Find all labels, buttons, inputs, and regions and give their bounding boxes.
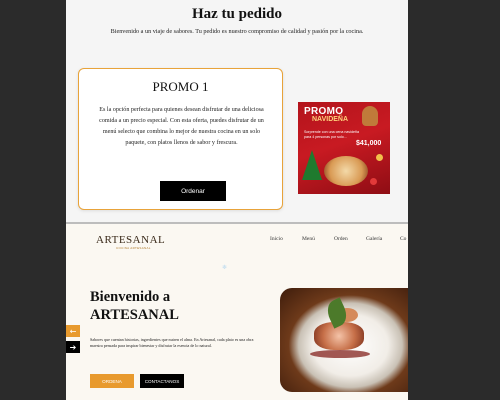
hero-description: Sabores que cuentan historias, ingredien…	[90, 337, 254, 348]
snowflake-icon: ❄	[222, 265, 228, 271]
contact-button[interactable]: CONTACTANOS	[140, 374, 184, 388]
nav-item-orden[interactable]: Orden	[334, 236, 348, 242]
order-button[interactable]: Ordenar	[160, 181, 226, 201]
hero-dish-image	[280, 288, 408, 392]
promo-image-subtitle: NAVIDEÑA	[312, 116, 349, 123]
hero-title-line2: ARTESANAL	[90, 307, 179, 323]
promo-title: PROMO 1	[152, 79, 209, 94]
promo-card: PROMO 1 Es la opción perfecta para quien…	[78, 68, 283, 210]
order-subtitle: Bienvenido a un viaje de sabores. Tu ped…	[110, 28, 364, 35]
ornament-icon	[370, 178, 377, 185]
nav-item-menu[interactable]: Menú	[302, 236, 315, 242]
page-frame: Haz tu pedido Bienvenido a un viaje de s…	[66, 0, 408, 400]
promo-image-note: Sorprende con una cena navideña para 4 p…	[304, 130, 359, 139]
order-title: Haz tu pedido	[191, 6, 282, 22]
promo-image-price: $41,000	[356, 140, 382, 147]
hero-title-line1: Bienvenido a	[90, 289, 171, 305]
gingerbread-icon	[362, 106, 378, 126]
forward-arrow-icon[interactable]: ➔	[66, 341, 80, 353]
brand-logo[interactable]: ARTESANAL	[96, 234, 165, 246]
hero-title: Bienvenido a ARTESANAL	[90, 288, 240, 324]
order-section: Haz tu pedido Bienvenido a un viaje de s…	[66, 0, 408, 222]
promo-image: PROMO NAVIDEÑA Sorprende con una cena na…	[298, 102, 390, 194]
ornament-icon	[376, 154, 383, 161]
left-gutter	[0, 0, 66, 400]
dinner-plate-icon	[324, 156, 368, 186]
nav-item-inicio[interactable]: Inicio	[270, 236, 283, 242]
right-gutter	[408, 0, 500, 400]
back-arrow-icon[interactable]: ←	[66, 325, 80, 337]
brand-logo-subtitle: COCINA ARTESANAL	[116, 246, 151, 250]
landing-section: ARTESANAL COCINA ARTESANAL Inicio Menú O…	[66, 224, 408, 400]
promo-description: Es la opción perfecta para quienes desea…	[99, 107, 264, 146]
nav-item-galeria[interactable]: Galería	[366, 236, 382, 242]
nav-item-contacto[interactable]: Co	[400, 236, 406, 242]
christmas-tree-icon	[302, 150, 322, 180]
ordena-button[interactable]: ORDENA	[90, 374, 134, 388]
sauce-shape	[310, 350, 370, 358]
